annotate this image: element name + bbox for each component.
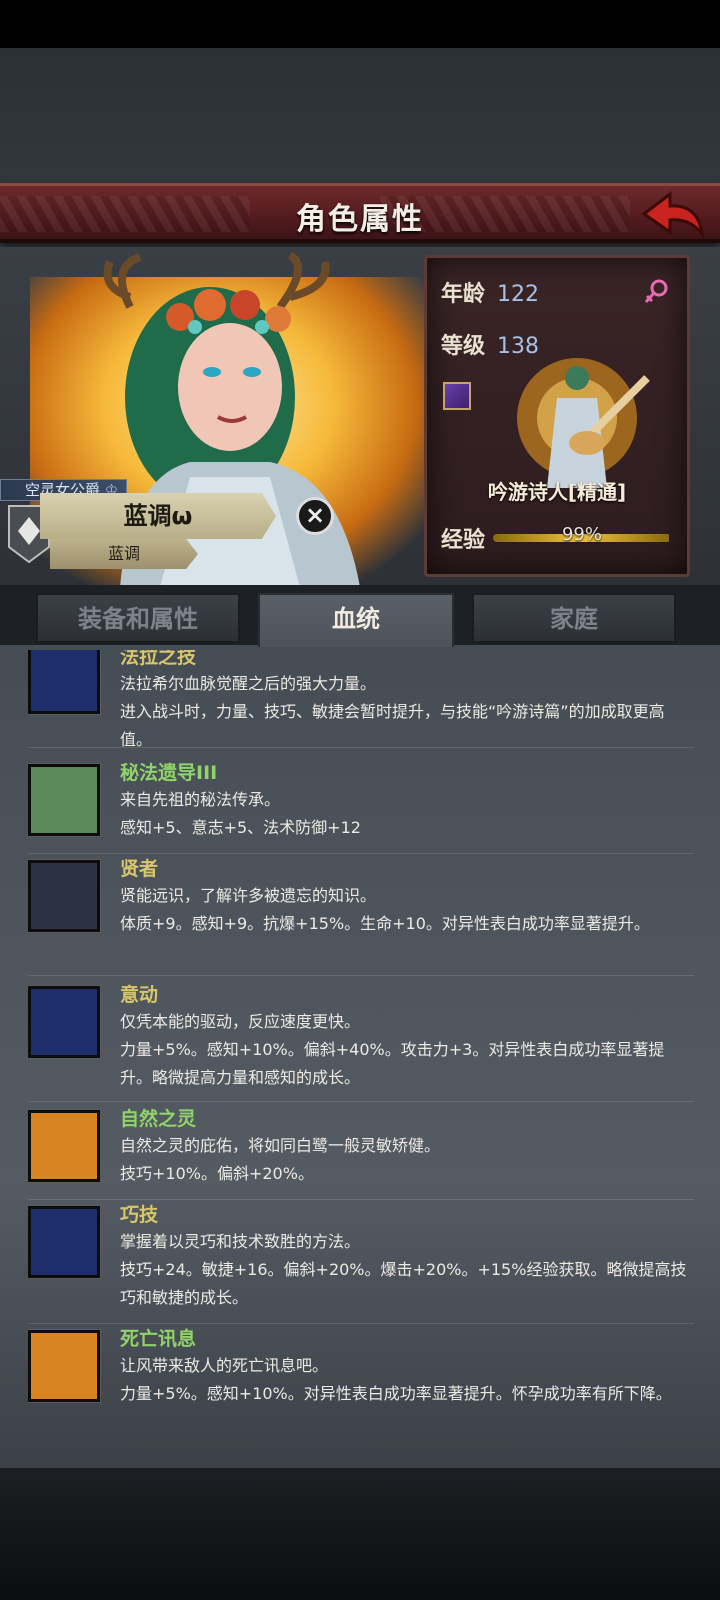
golden-tree-icon [28, 986, 100, 1058]
trait-line: 掌握着以灵巧和技术致胜的方法。 [120, 1232, 361, 1251]
trait-name: 贤者 [120, 858, 159, 880]
status-bar [0, 0, 720, 48]
close-icon[interactable]: × [296, 497, 334, 535]
trait-description: 仅凭本能的驱动，反应速度更快。 力量+5%。感知+10%。偏斜+40%。攻击力+… [120, 1008, 690, 1092]
trait-name: 意动 [120, 984, 159, 1006]
age-label: 年龄 [441, 282, 486, 307]
age-value: 122 [497, 282, 540, 307]
trait-description: 贤能远识，了解许多被遗忘的知识。 体质+9。感知+9。抗爆+15%。生命+10。… [120, 882, 690, 938]
trait-line: 技巧+10%。偏斜+20%。 [120, 1164, 314, 1183]
trait-line: 贤能远识，了解许多被遗忘的知识。 [120, 886, 377, 905]
female-icon [644, 279, 668, 303]
trait-line: 体质+9。感知+9。抗爆+15%。生命+10。对异性表白成功率显著提升。 [120, 914, 650, 933]
xp-label: 经验 [441, 528, 486, 553]
tab-bloodline[interactable]: 血统 [258, 593, 454, 647]
trait-line: 感知+5、意志+5、法术防御+12 [120, 818, 361, 837]
trait-line: 力量+5%。感知+10%。偏斜+40%。攻击力+3。对异性表白成功率显著提升。略… [120, 1040, 665, 1087]
age-row: 年龄 122 [441, 276, 539, 308]
class-staff-icon [443, 382, 471, 410]
tab-family[interactable]: 家庭 [472, 593, 676, 643]
trait-description: 来自先祖的秘法传承。 感知+5、意志+5、法术防御+12 [120, 786, 690, 842]
list-item[interactable]: 贤者 贤能远识，了解许多被遗忘的知识。 体质+9。感知+9。抗爆+15%。生命+… [28, 854, 694, 976]
leaf-branch-icon [28, 764, 100, 836]
trait-name: 死亡讯息 [120, 1328, 197, 1350]
trait-description: 掌握着以灵巧和技术致胜的方法。 技巧+24。敏捷+16。偏斜+20%。爆击+20… [120, 1228, 690, 1312]
back-arrow-icon [641, 190, 705, 240]
list-item[interactable]: 巧技 掌握着以灵巧和技术致胜的方法。 技巧+24。敏捷+16。偏斜+20%。爆击… [28, 1200, 694, 1324]
trait-description: 让风带来敌人的死亡讯息吧。 力量+5%。感知+10%。对异性表白成功率显著提升。… [120, 1352, 690, 1408]
list-item[interactable]: 自然之灵 自然之灵的庇佑，将如同白鹭一般灵敏矫健。 技巧+10%。偏斜+20%。 [28, 1104, 694, 1200]
trait-list[interactable]: 法拉之技 法拉希尔血脉觉醒之后的强大力量。 进入战斗时，力量、技巧、敏捷会暂时提… [28, 650, 694, 1460]
trait-line: 技巧+24。敏捷+16。偏斜+20%。爆击+20%。+15%经验获取。略微提高技… [120, 1260, 687, 1307]
class-name: 吟游诗人[精通] [487, 480, 627, 504]
trait-name: 法拉之技 [120, 650, 197, 668]
tab-bar: 装备和属性 血统 家庭 [0, 585, 720, 647]
list-item[interactable]: 死亡讯息 让风带来敌人的死亡讯息吧。 力量+5%。感知+10%。对异性表白成功率… [28, 1324, 694, 1448]
flexed-arm-icon [28, 860, 100, 932]
trait-line: 自然之灵的庇佑，将如同白鹭一般灵敏矫健。 [120, 1136, 441, 1155]
stats-panel: 年龄 122 等级 138 吟游诗人[精通] 经验 99% [424, 255, 690, 577]
trait-line: 法拉希尔血脉觉醒之后的强大力量。 [120, 674, 377, 693]
character-nickname: 蓝调 [50, 539, 198, 569]
hero-area: 空灵女公爵 ♔ 蓝调ω 蓝调 × 年龄 122 等级 138 吟游诗人[精通] 经验 [0, 247, 720, 587]
title-bar: 角色属性 [0, 183, 720, 243]
list-item[interactable]: 秘法遗导III 来自先祖的秘法传承。 感知+5、意志+5、法术防御+12 [28, 758, 694, 854]
golden-tree-icon [28, 1206, 100, 1278]
page-title: 角色属性 [296, 202, 424, 237]
smiley-face-icon [28, 1330, 100, 1402]
trait-line: 进入战斗时，力量、技巧、敏捷会暂时提升，与技能“吟游诗篇”的加成取更高值。 [120, 702, 665, 749]
trait-line: 来自先祖的秘法传承。 [120, 790, 281, 809]
trait-name: 巧技 [120, 1204, 159, 1226]
trait-line: 仅凭本能的驱动，反应速度更快。 [120, 1012, 361, 1031]
trait-name: 秘法遗导III [120, 762, 218, 784]
trait-line: 让风带来敌人的死亡讯息吧。 [120, 1356, 329, 1375]
list-item[interactable]: 法拉之技 法拉希尔血脉觉醒之后的强大力量。 进入战斗时，力量、技巧、敏捷会暂时提… [28, 650, 694, 749]
character-name[interactable]: 蓝调ω [40, 493, 276, 539]
trait-name: 自然之灵 [120, 1108, 197, 1130]
xp-percent: 99% [561, 524, 602, 545]
trait-description: 法拉希尔血脉觉醒之后的强大力量。 进入战斗时，力量、技巧、敏捷会暂时提升，与技能… [120, 670, 690, 754]
tab-equipment[interactable]: 装备和属性 [36, 593, 240, 643]
list-item[interactable]: 意动 仅凭本能的驱动，反应速度更快。 力量+5%。感知+10%。偏斜+40%。攻… [28, 980, 694, 1102]
smiley-face-icon [28, 1110, 100, 1182]
trait-description: 自然之灵的庇佑，将如同白鹭一般灵敏矫健。 技巧+10%。偏斜+20%。 [120, 1132, 690, 1188]
back-button[interactable] [640, 190, 706, 240]
level-label: 等级 [441, 334, 486, 359]
bottom-area [0, 1468, 720, 1600]
trait-line: 力量+5%。感知+10%。对异性表白成功率显著提升。怀孕成功率有所下降。 [120, 1384, 672, 1403]
golden-tree-icon [28, 650, 100, 714]
